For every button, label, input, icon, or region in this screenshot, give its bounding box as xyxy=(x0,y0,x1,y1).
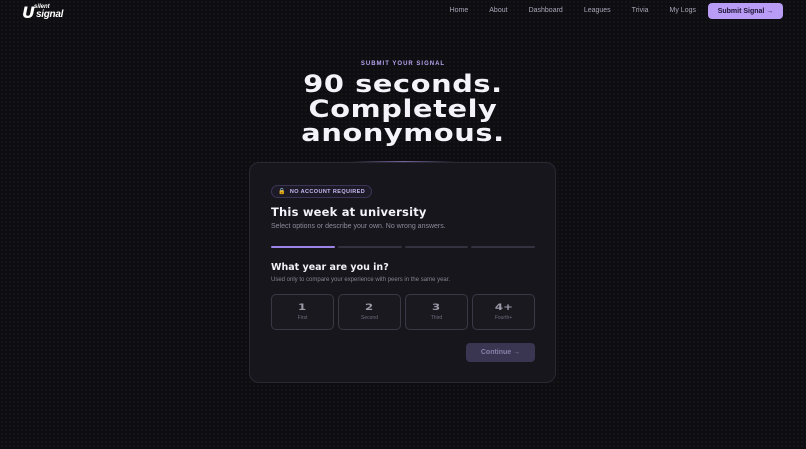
badge-label: NO ACCOUNT REQUIRED xyxy=(289,188,366,195)
nav-link-about[interactable]: About xyxy=(489,7,507,14)
logo-mark: U xyxy=(22,3,35,22)
hero-title: 90 seconds. Completely anonymous. xyxy=(0,72,806,146)
question-title: What year are you in? xyxy=(271,262,389,273)
nav-links: Home About Dashboard Leagues Trivia My L… xyxy=(429,7,696,14)
option-number: 4+ xyxy=(494,303,513,313)
no-account-badge: 🔒 NO ACCOUNT REQUIRED xyxy=(271,185,373,198)
progress-step-2 xyxy=(337,246,402,248)
lock-icon: 🔒 xyxy=(278,189,286,195)
nav-link-my-logs[interactable]: My Logs xyxy=(670,7,696,14)
option-number: 3 xyxy=(432,303,441,313)
logo-word-bottom: signal xyxy=(36,9,64,20)
nav-link-leagues[interactable]: Leagues xyxy=(584,7,611,14)
hero-line-3: anonymous. xyxy=(301,119,505,147)
nav-link-home[interactable]: Home xyxy=(450,7,469,14)
submit-signal-button[interactable]: Submit Signal → xyxy=(708,3,783,19)
year-option-third[interactable]: 3 Third xyxy=(405,294,468,330)
hero-line-2: Completely xyxy=(308,94,498,123)
year-option-fourth-plus[interactable]: 4+ Fourth+ xyxy=(472,294,535,330)
question-subtitle: Used only to compare your experience wit… xyxy=(271,277,451,283)
option-number: 1 xyxy=(298,303,307,313)
option-label: First xyxy=(297,315,308,321)
option-label: Third xyxy=(430,315,443,321)
top-nav: U silent signal Home About Dashboard Lea… xyxy=(0,0,806,24)
hero-line-1: 90 seconds. xyxy=(303,70,503,98)
nav-link-dashboard[interactable]: Dashboard xyxy=(529,7,563,14)
year-options: 1 First 2 Second 3 Third 4+ Fourth+ xyxy=(271,294,535,330)
option-number: 2 xyxy=(365,303,374,313)
nav-link-trivia[interactable]: Trivia xyxy=(632,7,649,14)
hero-eyebrow: SUBMIT YOUR SIGNAL xyxy=(360,61,446,67)
progress-step-3 xyxy=(404,246,469,248)
option-label: Second xyxy=(361,315,378,321)
year-option-second[interactable]: 2 Second xyxy=(338,294,401,330)
progress-step-1 xyxy=(271,246,335,248)
card-subtitle: Select options or describe your own. No … xyxy=(271,223,446,230)
card-title: This week at university xyxy=(271,205,427,219)
option-label: Fourth+ xyxy=(494,315,513,321)
progress-step-4 xyxy=(471,246,535,248)
year-option-first[interactable]: 1 First xyxy=(271,294,334,330)
progress-bar xyxy=(271,246,535,248)
survey-card: 🔒 NO ACCOUNT REQUIRED This week at unive… xyxy=(249,162,556,383)
continue-button[interactable]: Continue → xyxy=(466,343,535,362)
brand-logo[interactable]: U silent signal xyxy=(22,3,64,22)
